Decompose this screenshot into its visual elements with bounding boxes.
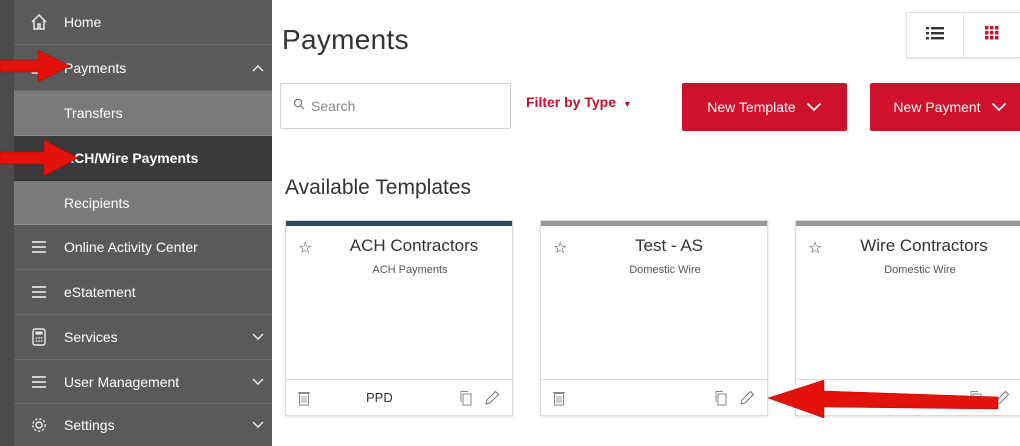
filter-label: Filter by Type xyxy=(526,94,616,110)
list-icon xyxy=(925,25,945,46)
annotation-arrow-edit xyxy=(768,379,999,419)
sidebar-item-online-activity-center[interactable]: Online Activity Center xyxy=(14,225,272,270)
filter-by-type-dropdown[interactable]: Filter by Type ▼ xyxy=(526,94,632,110)
sidebar-item-label: Recipients xyxy=(64,194,130,211)
sidebar-item-services[interactable]: Services xyxy=(14,315,272,360)
template-name: Test - AS xyxy=(634,236,704,255)
menu-icon xyxy=(14,240,64,254)
chevron-down-icon xyxy=(244,333,272,341)
sidebar-item-label: eStatement xyxy=(64,284,136,300)
trash-icon[interactable] xyxy=(298,390,310,406)
calculator-icon xyxy=(14,328,64,346)
template-card[interactable]: ☆ ACH Contractors ACH Payments PPD xyxy=(285,220,513,416)
menu-icon xyxy=(14,285,64,299)
template-card[interactable]: ☆ Test - AS Domestic Wire xyxy=(540,220,768,416)
sidebar-item-label: Payments xyxy=(64,59,127,76)
caret-down-icon: ▼ xyxy=(622,99,632,109)
grid-icon xyxy=(985,25,999,45)
new-payment-label: New Payment xyxy=(893,99,981,115)
card-footer: PPD xyxy=(286,379,512,415)
sidebar-item-estatement[interactable]: eStatement xyxy=(14,270,272,315)
chevron-down-icon xyxy=(244,378,272,386)
sidebar-item-user-management[interactable]: User Management xyxy=(14,360,272,404)
grid-view-button[interactable] xyxy=(963,13,1020,57)
sidebar-item-label: User Management xyxy=(64,373,180,390)
section-title: Available Templates xyxy=(285,176,472,199)
chevron-down-icon xyxy=(806,99,822,115)
sidebar-item-label: Online Activity Center xyxy=(64,239,198,255)
pencil-icon[interactable] xyxy=(484,390,500,406)
trash-icon[interactable] xyxy=(553,390,565,406)
star-icon[interactable]: ☆ xyxy=(553,238,567,258)
card-footer xyxy=(541,379,767,415)
template-name: Wire Contractors xyxy=(860,236,988,255)
new-template-button[interactable]: New Template xyxy=(682,83,847,131)
star-icon[interactable]: ☆ xyxy=(298,238,312,258)
sidebar-item-label: Transfers xyxy=(64,105,123,121)
search-icon xyxy=(293,97,305,115)
new-payment-button[interactable]: New Payment xyxy=(870,83,1020,131)
annotation-arrow-payments xyxy=(0,49,71,83)
new-template-label: New Template xyxy=(707,99,796,115)
sidebar-item-recipients[interactable]: Recipients xyxy=(14,181,272,225)
view-toggle xyxy=(906,12,1020,58)
sidebar-item-transfers[interactable]: Transfers xyxy=(14,91,272,136)
pencil-icon[interactable] xyxy=(739,390,755,406)
sidebar-item-label: Settings xyxy=(64,417,115,433)
sidebar-item-home[interactable]: Home xyxy=(14,0,272,45)
sidebar-item-label: Services xyxy=(64,329,118,345)
chevron-up-icon xyxy=(244,64,272,72)
page-title: Payments xyxy=(282,24,409,55)
sidebar-item-label: Home xyxy=(64,14,102,30)
copy-icon[interactable] xyxy=(458,390,474,406)
template-type: ACH Payments xyxy=(372,264,448,276)
home-icon xyxy=(14,13,64,31)
gear-icon xyxy=(14,416,64,434)
chevron-down-icon xyxy=(244,421,272,429)
star-icon[interactable]: ☆ xyxy=(808,238,822,258)
template-name: ACH Contractors xyxy=(349,236,479,255)
copy-icon[interactable] xyxy=(713,390,729,406)
template-type: Domestic Wire xyxy=(629,264,701,276)
annotation-arrow-ach-wire xyxy=(0,139,79,177)
search-box xyxy=(280,83,511,129)
sec-code: PPD xyxy=(366,390,393,405)
search-input[interactable] xyxy=(311,98,501,114)
list-view-button[interactable] xyxy=(907,13,963,57)
template-type: Domestic Wire xyxy=(884,264,956,276)
chevron-down-icon xyxy=(991,99,1007,115)
sidebar-item-settings[interactable]: Settings xyxy=(14,404,272,446)
menu-icon xyxy=(14,375,64,389)
